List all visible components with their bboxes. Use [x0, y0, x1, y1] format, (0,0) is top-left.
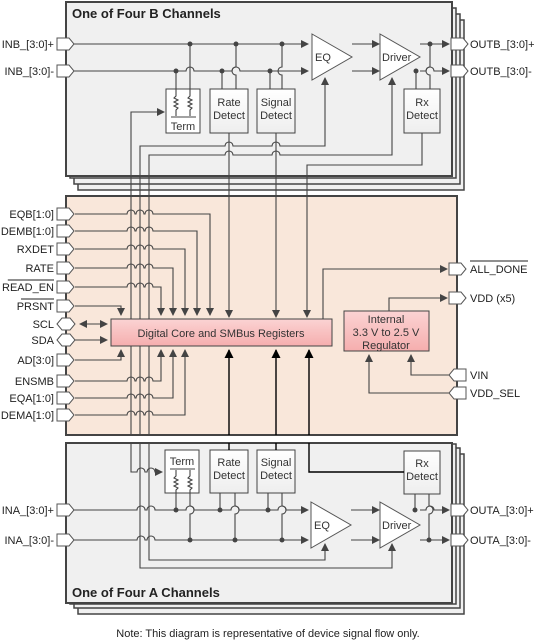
rate-detect-a-label-1: Rate	[217, 457, 240, 469]
driver-label-a: Driver	[382, 520, 412, 532]
digital-core-label: Digital Core and SMBus Registers	[138, 328, 305, 340]
pin-vdd	[448, 291, 467, 305]
rx-detect-label-1: Rx	[415, 97, 429, 109]
rate-detect-label-1: Rate	[217, 97, 240, 109]
pin-label-vin: VIN	[470, 370, 488, 382]
pin-label-inb-plus: INB_[3:0]+	[2, 39, 54, 51]
block-diagram: One of Four B Channels INB_[3:0]+ INB_[3…	[1, 1, 535, 640]
pin-label: RXDET	[17, 244, 55, 256]
pin-label-vdd-sel: VDD_SEL	[470, 388, 520, 400]
eq-label-a: EQ	[314, 520, 330, 532]
pin-label: EQA[1:0]	[9, 393, 54, 405]
driver-label-b: Driver	[382, 52, 412, 64]
term-label-b: Term	[171, 121, 195, 133]
pin-label-vdd: VDD (x5)	[470, 293, 515, 305]
pin-outb-plus	[450, 37, 469, 51]
signal-detect-label-2: Detect	[260, 110, 292, 122]
rx-detect-a-label-1: Rx	[415, 458, 429, 470]
pin-label: PRSNT	[17, 301, 55, 313]
pin-label: SCL	[33, 319, 54, 331]
pin-label-inb-minus: INB_[3:0]-	[4, 66, 54, 78]
pin-label-outa-plus: OUTA_[3:0]+	[470, 505, 534, 517]
pin-label-ina-minus: INA_[3:0]-	[4, 535, 54, 547]
signal-detect-a-label-2: Detect	[260, 470, 292, 482]
pin-label: RATE	[25, 263, 54, 275]
signal-detect-a-label-1: Signal	[261, 457, 292, 469]
channel-b-title: One of Four B Channels	[72, 6, 221, 21]
channel-a-title: One of Four A Channels	[72, 585, 220, 600]
rx-detect-label-2: Detect	[406, 110, 438, 122]
footnote: Note: This diagram is representative of …	[116, 628, 419, 640]
regulator-label-3: Regulator	[362, 340, 410, 352]
rate-detect-label-2: Detect	[213, 110, 245, 122]
pin-outa-plus	[450, 503, 469, 517]
signal-detect-label-1: Signal	[261, 97, 292, 109]
pin-label: DEMB[1:0]	[1, 226, 54, 238]
pin-all-done	[448, 262, 467, 276]
regulator-label-2: 3.3 V to 2.5 V	[353, 327, 420, 339]
pin-label-outb-minus: OUTB_[3:0]-	[470, 66, 532, 78]
pin-label: EQB[1:0]	[9, 209, 54, 221]
pin-label: ENSMB	[15, 376, 54, 388]
pin-label: AD[3:0]	[17, 355, 54, 367]
pin-outb-minus	[450, 64, 469, 78]
regulator-label-1: Internal	[368, 314, 405, 326]
pin-outa-minus	[450, 533, 469, 547]
term-label-a: Term	[170, 456, 194, 468]
pin-label-outa-minus: OUTA_[3:0]-	[470, 535, 531, 547]
rx-detect-a-label-2: Detect	[406, 471, 438, 483]
pin-label-ina-plus: INA_[3:0]+	[2, 505, 54, 517]
core-group: EQB[1:0] DEMB[1:0] RXDET RATE READ_EN PRSNT SC…	[1, 195, 528, 436]
channel-a-group: One of Four A Channels INA_[3:0]+ INA_[3…	[2, 442, 534, 615]
rate-detect-a-label-2: Detect	[213, 470, 245, 482]
pin-label-outb-plus: OUTB_[3:0]+	[470, 39, 535, 51]
pin-label: SDA	[31, 335, 54, 347]
eq-label-b: EQ	[315, 52, 331, 64]
pin-label: DEMA[1:0]	[1, 410, 54, 422]
pin-label-all-done: ALL_DONE	[470, 264, 527, 276]
pin-label: READ_EN	[2, 282, 54, 294]
